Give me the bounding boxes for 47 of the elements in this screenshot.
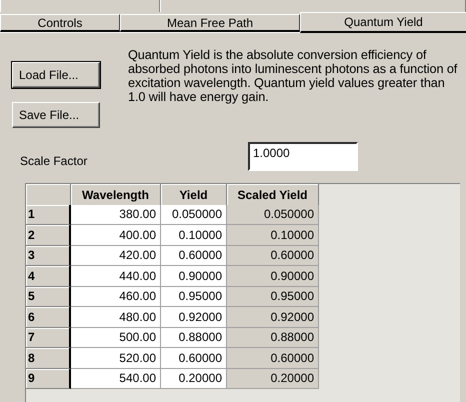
table-cell: 460.00: [71, 286, 161, 307]
row-header[interactable]: 7: [26, 328, 71, 348]
table-cell: 0.10000: [161, 225, 227, 246]
table-cell: 0.88000: [161, 328, 227, 348]
table-cell: 0.92000: [227, 307, 319, 328]
table-cell: 0.88000: [227, 328, 319, 348]
table-cell: 0.92000: [161, 307, 227, 328]
row-header[interactable]: 3: [26, 246, 71, 266]
table-cell: 480.00: [71, 307, 161, 328]
table-cell: 540.00: [71, 368, 161, 389]
column-header[interactable]: Wavelength: [71, 184, 161, 207]
table-cell: 0.050000: [227, 204, 319, 225]
row-header[interactable]: 2: [26, 225, 71, 246]
row-header[interactable]: 8: [26, 348, 71, 368]
table-cell: 0.60000: [227, 348, 319, 368]
row-header[interactable]: 4: [26, 266, 71, 286]
tab[interactable]: Controls: [0, 14, 120, 32]
table-cell: 0.95000: [161, 286, 227, 307]
row-header[interactable]: 6: [26, 307, 71, 328]
table-cell: 0.050000: [161, 204, 227, 225]
table-cell: 0.60000: [227, 246, 319, 266]
table-cell: 0.90000: [227, 266, 319, 286]
tab[interactable]: Quantum Yield: [300, 12, 466, 33]
load-file-button[interactable]: Load File...: [12, 62, 100, 88]
table-cell: 0.90000: [161, 266, 227, 286]
row-header[interactable]: 1: [26, 204, 71, 225]
table-cell: 400.00: [71, 225, 161, 246]
table-cell: 0.20000: [227, 368, 319, 389]
row-header[interactable]: 5: [26, 286, 71, 307]
table-cell: 0.10000: [227, 225, 319, 246]
table-cell: 0.60000: [161, 246, 227, 266]
scale-factor-label: Scale Factor: [20, 152, 88, 168]
save-file-button[interactable]: Save File...: [12, 102, 100, 128]
table-cell: 0.60000: [161, 348, 227, 368]
table-cell: 0.95000: [227, 286, 319, 307]
table-cell: 420.00: [71, 246, 161, 266]
table-cell: 0.20000: [161, 368, 227, 389]
table-cell: 500.00: [71, 328, 161, 348]
table-cell: 380.00: [71, 204, 161, 225]
scale-factor-field[interactable]: 1.0000: [248, 142, 358, 171]
column-header[interactable]: Yield: [161, 184, 227, 207]
row-header[interactable]: 9: [26, 368, 71, 389]
column-header[interactable]: Scaled Yield: [227, 184, 319, 207]
table-cell: 440.00: [71, 266, 161, 286]
description-text: Quantum Yield is the absolute conversion efficiency of absorbed photons into luminescent photons as a function of excitation wavelength. Quantum yield values greater than 1.0 will have energy gain.: [128, 48, 458, 106]
table-cell: 520.00: [71, 348, 161, 368]
tab[interactable]: Mean Free Path: [120, 14, 300, 32]
